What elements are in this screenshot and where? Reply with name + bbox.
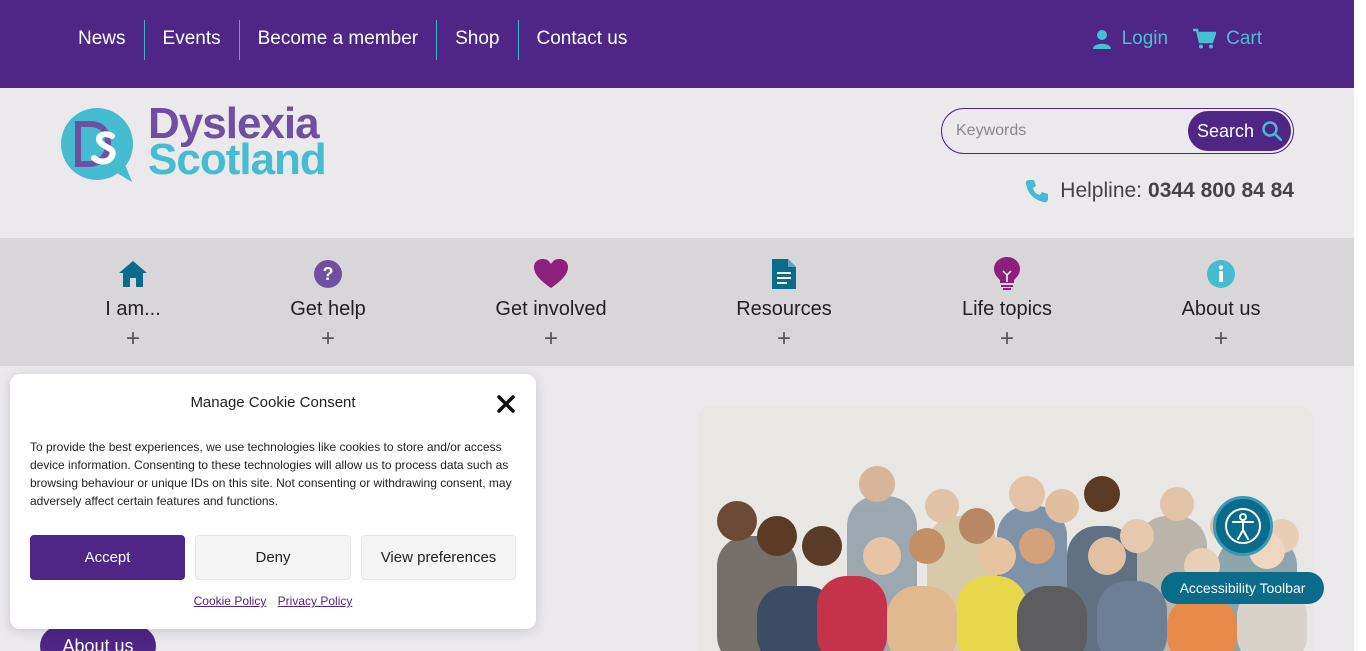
about-us-button[interactable]: About us xyxy=(40,626,156,651)
nav-item-get-help[interactable]: ? Get help + xyxy=(248,256,408,353)
deny-button[interactable]: Deny xyxy=(195,535,351,580)
phone-icon xyxy=(1026,180,1049,203)
topnav-news-link[interactable]: News xyxy=(60,20,144,60)
cart-icon xyxy=(1192,28,1217,50)
main-navigation: I am... + ? Get help + Get involved + Re… xyxy=(0,238,1354,366)
heart-icon xyxy=(471,256,631,292)
user-icon xyxy=(1092,28,1112,50)
nav-item-label: Life topics xyxy=(961,298,1053,320)
nav-item-i-am[interactable]: I am... + xyxy=(53,256,213,353)
expand-icon[interactable]: + xyxy=(1141,325,1301,353)
document-icon xyxy=(704,256,864,292)
close-icon[interactable] xyxy=(496,394,516,414)
expand-icon[interactable]: + xyxy=(53,325,213,353)
search-input[interactable] xyxy=(956,119,1176,143)
cookie-dialog-title: Manage Cookie Consent xyxy=(190,394,356,411)
logo-line-scotland: Scotland xyxy=(148,135,327,184)
topnav-shop-link[interactable]: Shop xyxy=(436,20,517,60)
accessibility-toolbar-label[interactable]: Accessibility Toolbar xyxy=(1161,572,1324,604)
cookie-policy-links: Cookie Policy Privacy Policy xyxy=(10,594,536,608)
cookie-policy-link[interactable]: Cookie Policy xyxy=(194,594,267,608)
home-icon xyxy=(53,256,213,292)
lightbulb-icon xyxy=(927,256,1087,292)
search-button-label: Search xyxy=(1196,120,1255,141)
site-logo[interactable]: Dyslexia Scotland xyxy=(60,102,350,184)
search-icon xyxy=(1262,121,1283,141)
nav-item-label: Get involved xyxy=(495,298,607,320)
nav-item-life-topics[interactable]: Life topics + xyxy=(927,256,1087,353)
expand-icon[interactable]: + xyxy=(248,325,408,353)
topnav-contact-link[interactable]: Contact us xyxy=(517,20,646,60)
helpline: Helpline: 0344 800 84 84 xyxy=(1024,178,1294,204)
search-button[interactable]: Search xyxy=(1188,111,1291,151)
logo-wordmark: Dyslexia Scotland xyxy=(148,102,327,184)
account-links: Login Cart xyxy=(1092,28,1276,50)
nav-item-label: Resources xyxy=(736,298,832,320)
accessibility-toggle-button[interactable] xyxy=(1213,496,1273,556)
nav-item-get-involved[interactable]: Get involved + xyxy=(471,256,631,353)
cookie-dialog-text: To provide the best experiences, we use … xyxy=(30,440,512,508)
topnav-events-link[interactable]: Events xyxy=(143,20,239,60)
top-navigation: News Events Become a member Shop Contact… xyxy=(60,20,645,60)
view-preferences-button[interactable]: View preferences xyxy=(361,535,516,580)
nav-item-label: Get help xyxy=(290,298,366,320)
svg-text:?: ? xyxy=(323,264,334,284)
search-form: Search xyxy=(941,108,1294,154)
nav-item-label: About us xyxy=(1181,298,1261,320)
topnav-become-member-link[interactable]: Become a member xyxy=(238,20,437,60)
accessibility-icon xyxy=(1225,508,1261,544)
nav-item-label: I am... xyxy=(105,298,161,320)
accept-button[interactable]: Accept xyxy=(30,535,185,580)
site-header: Dyslexia Scotland Search Helpline: 0344 … xyxy=(0,88,1354,238)
logo-mark-icon xyxy=(61,108,133,182)
login-link[interactable]: Login xyxy=(1122,28,1169,50)
scrollbar-track[interactable] xyxy=(1354,0,1366,651)
expand-icon[interactable]: + xyxy=(927,325,1087,353)
cart-link[interactable]: Cart xyxy=(1226,28,1262,50)
top-bar: News Events Become a member Shop Contact… xyxy=(0,0,1354,88)
privacy-policy-link[interactable]: Privacy Policy xyxy=(278,594,353,608)
info-icon xyxy=(1141,256,1301,292)
helpline-label: Helpline: xyxy=(1060,179,1143,202)
question-icon: ? xyxy=(248,256,408,292)
expand-icon[interactable]: + xyxy=(471,325,631,353)
helpline-number[interactable]: 0344 800 84 84 xyxy=(1148,179,1294,203)
nav-item-resources[interactable]: Resources + xyxy=(704,256,864,353)
expand-icon[interactable]: + xyxy=(704,325,864,353)
cookie-consent-dialog: Manage Cookie Consent To provide the bes… xyxy=(10,374,536,629)
nav-item-about-us[interactable]: About us + xyxy=(1141,256,1301,353)
